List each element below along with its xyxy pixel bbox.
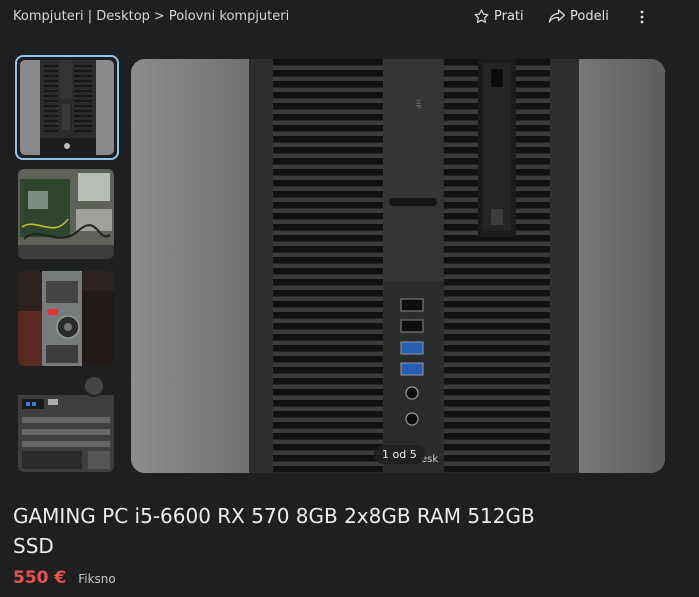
thumbnail-2[interactable]	[18, 169, 114, 259]
thumbnail-image-pc-interior	[18, 169, 114, 259]
breadcrumb-subcategory[interactable]: Polovni kompjuteri	[169, 9, 289, 24]
listing-title: GAMING PC i5-6600 RX 570 8GB 2x8GB RAM 5…	[13, 504, 535, 558]
star-outline-icon	[474, 9, 489, 23]
thumbnail-image-pc-ports	[18, 377, 114, 472]
follow-label: Prati	[494, 9, 524, 24]
follow-button[interactable]: Prati	[473, 8, 524, 25]
image-counter: 1 od 5	[374, 445, 425, 464]
thumbnail-image-pc-rear	[18, 271, 114, 366]
breadcrumb: Kompjuteri | Desktop > Polovni kompjuter…	[13, 9, 289, 24]
vertical-dots-icon	[640, 10, 644, 24]
svg-text:HP: HP	[414, 99, 422, 109]
thumbnail-1[interactable]	[15, 55, 119, 160]
breadcrumb-category[interactable]: Kompjuteri | Desktop	[13, 9, 150, 24]
thumbnail-3[interactable]	[18, 271, 114, 366]
price-type-label: Fiksno	[78, 572, 116, 586]
share-arrow-icon	[548, 9, 566, 23]
price-row: 550 € Fiksno	[13, 568, 116, 588]
thumbnail-4[interactable]	[18, 377, 114, 472]
pc-tower-front-illustration: HP esk	[131, 59, 665, 473]
share-label: Podeli	[570, 8, 609, 24]
listing-price: 550 €	[13, 568, 67, 588]
share-button[interactable]: Podeli	[548, 8, 609, 24]
listing-page: Kompjuteri | Desktop > Polovni kompjuter…	[0, 0, 699, 597]
main-product-image[interactable]: HP esk	[131, 59, 665, 473]
thumbnail-image-pc-front	[20, 60, 114, 155]
more-options-button[interactable]	[637, 8, 647, 26]
breadcrumb-separator: >	[153, 9, 165, 24]
